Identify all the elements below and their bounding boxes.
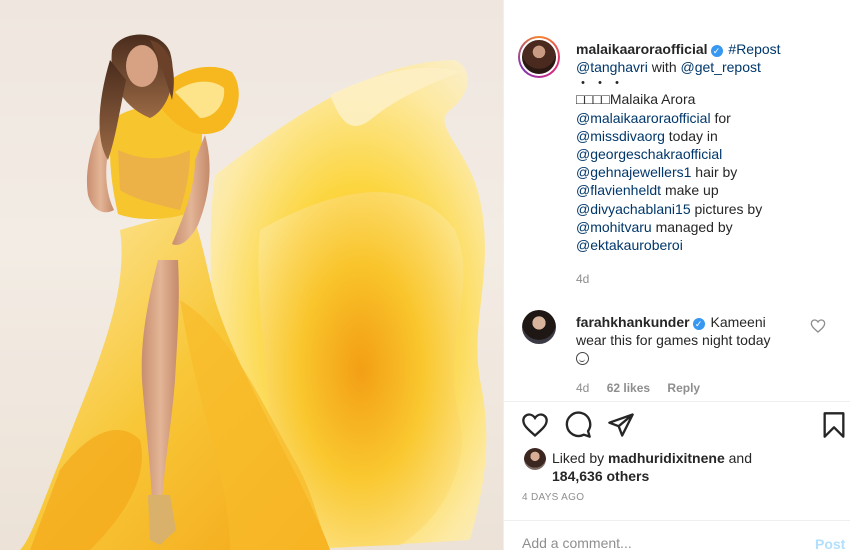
caption-title-line: □□□□Malaika Arora <box>576 91 696 108</box>
caption-age[interactable]: 4d <box>576 272 589 286</box>
actions-divider <box>504 401 850 402</box>
comment-bubble-icon[interactable] <box>564 411 592 439</box>
mention-self[interactable]: @malaikaaroraofficial <box>576 110 711 126</box>
hashtag-repost[interactable]: #Repost <box>728 41 780 57</box>
comment-likes[interactable]: 62 likes <box>607 381 650 395</box>
comment-age[interactable]: 4d <box>576 381 589 395</box>
comment-box-divider <box>504 520 850 521</box>
likes-summary: Liked by madhuridixitnene and 184,636 ot… <box>552 450 752 485</box>
mention-get-repost[interactable]: @get_repost <box>681 59 761 75</box>
post-photo[interactable] <box>0 0 503 550</box>
mention-photographer[interactable]: @mohitvaru <box>576 219 652 235</box>
comment-text-rest: wear this for games night today <box>576 332 771 349</box>
author-username[interactable]: malaikaaroraofficial <box>576 41 708 57</box>
mention-manager[interactable]: @ektakauroberoi <box>576 237 683 253</box>
post-timestamp[interactable]: 4 DAYS AGO <box>522 492 584 503</box>
commenter-avatar[interactable] <box>522 310 556 344</box>
likes-others[interactable]: 184,636 others <box>552 468 649 484</box>
mention-missdivaorg[interactable]: @missdivaorg <box>576 128 665 144</box>
commenter-username[interactable]: farahkhankunder <box>576 314 690 330</box>
verified-badge-icon: ✓ <box>692 318 705 330</box>
liked-by-user[interactable]: madhuridixitnene <box>608 450 725 466</box>
caption-dots: ・・・ <box>576 75 627 92</box>
post-caption: malaikaaroraofficial ✓ #Repost @tanghavri… <box>576 40 816 254</box>
paper-plane-icon[interactable] <box>607 411 635 439</box>
heart-icon[interactable] <box>521 411 549 439</box>
author-avatar[interactable] <box>518 36 560 78</box>
comment-text-first: Kameeni <box>710 314 766 330</box>
heart-outline-icon[interactable] <box>810 318 826 334</box>
comment-meta: 4d 62 likes Reply <box>576 381 714 395</box>
verified-badge-icon: ✓ <box>710 45 723 57</box>
mention-makeup[interactable]: @divyachablani15 <box>576 201 691 217</box>
post-comment-button[interactable]: Post <box>815 536 845 550</box>
post-details-panel: malaikaaroraofficial ✓ #Repost @tanghavri… <box>503 0 850 550</box>
liked-by-avatar[interactable] <box>524 448 546 470</box>
mention-tanghavri[interactable]: @tanghavri <box>576 59 648 75</box>
mention-jeweller[interactable]: @gehnajewellers1 <box>576 164 691 180</box>
gown-illustration <box>20 34 487 550</box>
bookmark-icon[interactable] <box>820 411 848 439</box>
laughing-emoji-icon <box>576 352 589 366</box>
comment-item: farahkhankunder ✓ Kameeni wear this for g… <box>576 313 801 368</box>
mention-designer[interactable]: @georgeschakraofficial <box>576 146 722 162</box>
reply-button[interactable]: Reply <box>667 381 700 395</box>
add-comment-input[interactable] <box>522 535 792 550</box>
mention-hair[interactable]: @flavienheldt <box>576 182 661 198</box>
